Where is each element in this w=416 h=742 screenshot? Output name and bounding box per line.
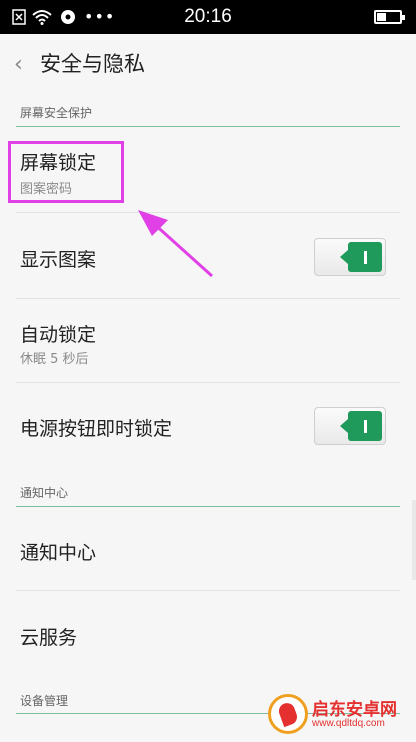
watermark-name: 启东安卓网 bbox=[312, 700, 397, 720]
watermark-logo: 启东安卓网 www.qdltdq.com bbox=[268, 694, 408, 736]
annotation-arrow bbox=[138, 210, 214, 278]
watermark-url: www.qdltdq.com bbox=[312, 718, 385, 729]
watermark-icon bbox=[268, 694, 308, 734]
